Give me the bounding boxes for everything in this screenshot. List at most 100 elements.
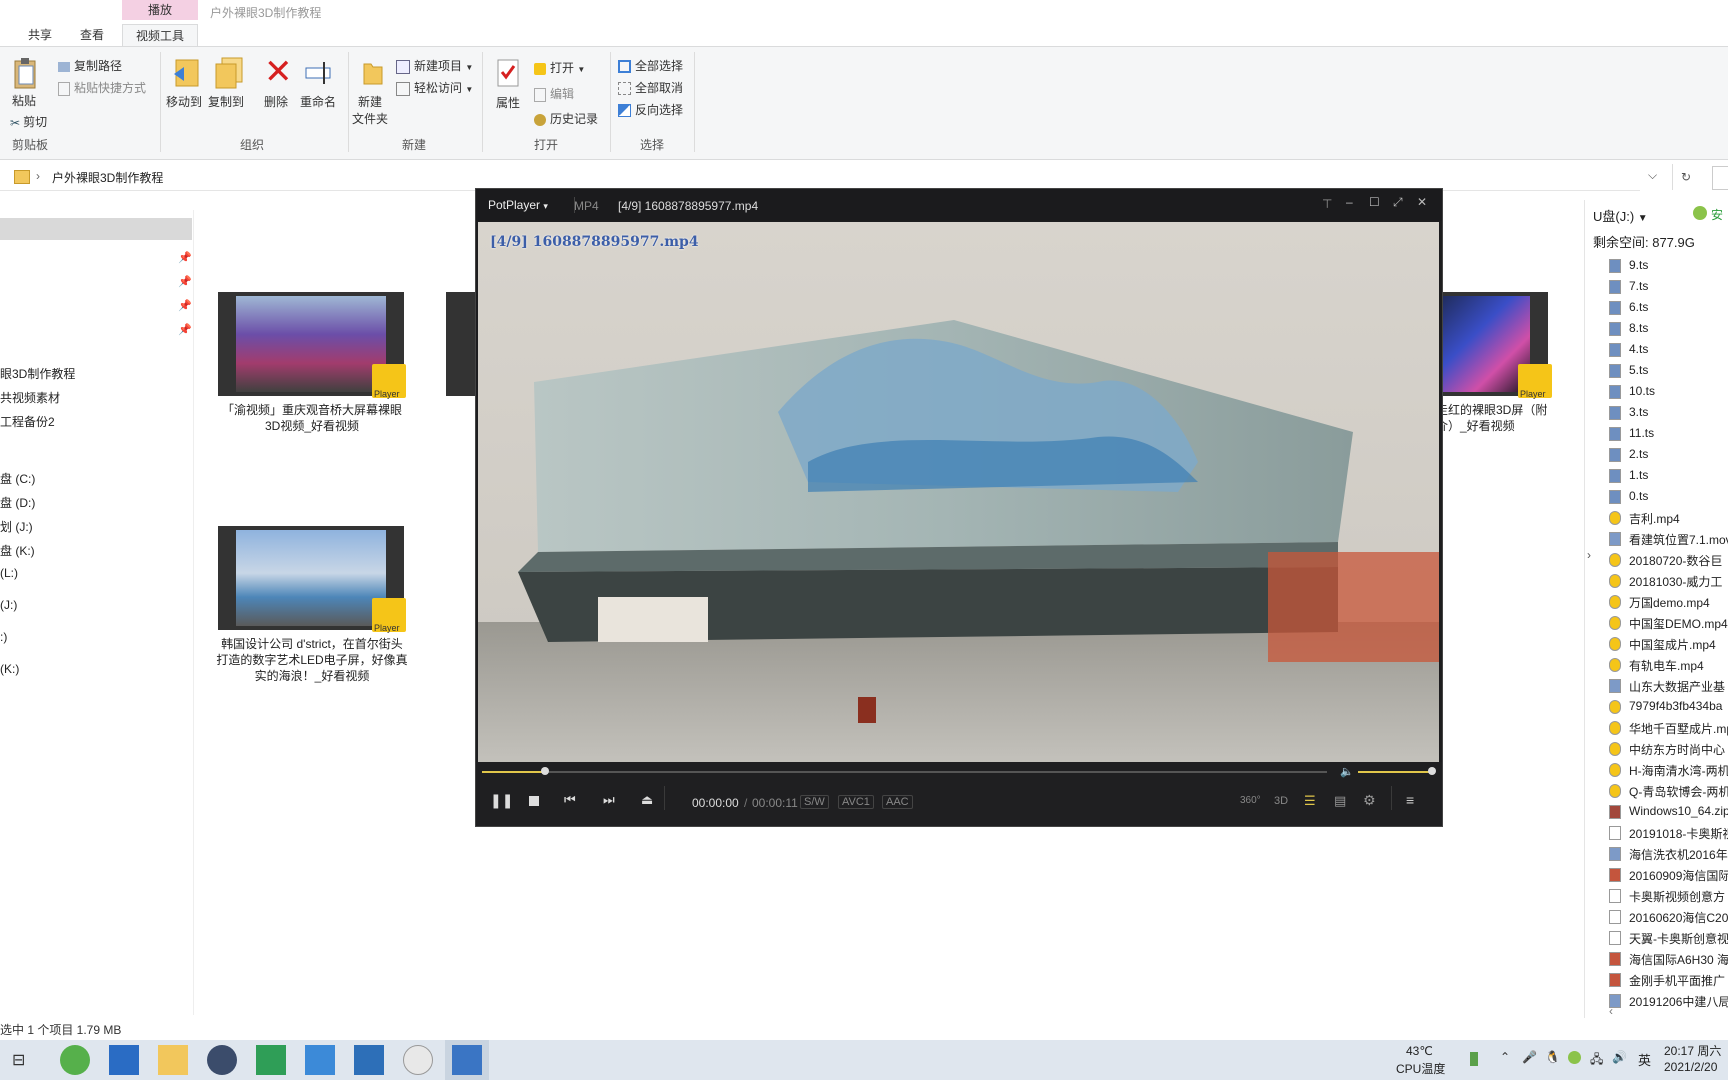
tab-video-tools[interactable]: 视频工具 bbox=[122, 24, 198, 47]
vr-360-button[interactable]: 360° bbox=[1240, 795, 1261, 806]
open-button[interactable]: 打开 ▼ bbox=[534, 59, 585, 76]
volume-icon[interactable]: 🔈 bbox=[1340, 765, 1354, 778]
next-icon[interactable]: ⏭ bbox=[603, 792, 615, 808]
nav-item-drive-k[interactable]: 盘 (K:) bbox=[0, 542, 35, 559]
collapse-arrow-icon[interactable]: › bbox=[1587, 548, 1591, 562]
rename-button[interactable] bbox=[304, 58, 334, 88]
nav-item-footage[interactable]: 共视频素材 bbox=[0, 389, 60, 406]
file-list-item[interactable]: 3.ts bbox=[1629, 405, 1648, 419]
install-label[interactable]: 安 bbox=[1711, 206, 1723, 223]
file-list-item[interactable]: 海信国际A6H30 海 bbox=[1629, 951, 1728, 968]
eject-icon[interactable]: ⏏ bbox=[641, 792, 653, 808]
seek-bar-knob[interactable] bbox=[541, 767, 550, 775]
tab-view[interactable]: 查看 bbox=[72, 24, 112, 46]
player-menu-button[interactable]: PotPlayer ▾ bbox=[488, 198, 548, 212]
microphone-icon[interactable]: 🎤 bbox=[1522, 1050, 1537, 1064]
search-input[interactable] bbox=[1712, 166, 1728, 190]
refresh-button[interactable]: ↻ bbox=[1672, 164, 1699, 190]
new-item-button[interactable]: 新建项目 ▼ bbox=[396, 57, 473, 74]
file-list-item[interactable]: 20160909海信国际 bbox=[1629, 867, 1728, 884]
nav-item-drive-d[interactable]: 盘 (D:) bbox=[0, 494, 35, 511]
file-explorer-icon[interactable] bbox=[158, 1045, 188, 1075]
file-list-item[interactable]: Windows10_64.zip bbox=[1629, 804, 1728, 818]
file-list-item[interactable]: 10.ts bbox=[1629, 384, 1655, 398]
potplayer-taskbar-button[interactable] bbox=[445, 1040, 489, 1080]
nav-selected-item[interactable] bbox=[0, 218, 192, 240]
nav-item-tutorial[interactable]: 眼3D制作教程 bbox=[0, 365, 75, 382]
delete-button[interactable]: ✕ bbox=[264, 55, 293, 89]
file-list-item[interactable]: 20180720-数谷巨 bbox=[1629, 552, 1722, 569]
thumbnail-caption[interactable]: 韩国设计公司 d'strict，在首尔街头 打造的数字艺术LED电子屏，好像真 实的… bbox=[212, 636, 412, 684]
clock-time[interactable]: 20:17 周六 bbox=[1664, 1042, 1721, 1059]
nav-item-drive-x[interactable]: :) bbox=[0, 630, 7, 644]
address-dropdown-icon[interactable]: ⌵ bbox=[1648, 168, 1657, 183]
file-list-item[interactable]: 看建筑位置7.1.mov bbox=[1629, 531, 1728, 548]
history-button[interactable]: 历史记录 bbox=[534, 110, 598, 127]
file-list-item[interactable]: 7.ts bbox=[1629, 279, 1648, 293]
close-icon[interactable]: ✕ bbox=[1417, 195, 1427, 209]
cinema4d-icon[interactable] bbox=[207, 1045, 237, 1075]
stop-icon[interactable] bbox=[529, 796, 539, 806]
tray-chevron-icon[interactable]: ⌃ bbox=[1500, 1050, 1510, 1064]
main-menu-icon[interactable]: ≡ bbox=[1406, 792, 1414, 808]
video-codec-tag[interactable]: AVC1 bbox=[838, 795, 874, 809]
file-list-item[interactable]: 万国demo.mp4 bbox=[1629, 594, 1710, 611]
file-list-item[interactable]: 2.ts bbox=[1629, 447, 1648, 461]
file-list-item[interactable]: 山东大数据产业基 bbox=[1629, 678, 1725, 695]
qq-icon[interactable]: 🐧 bbox=[1545, 1050, 1560, 1064]
copy-to-button[interactable] bbox=[214, 56, 244, 90]
file-list-item[interactable]: 20191206中建八局 bbox=[1629, 993, 1728, 1010]
file-list-item[interactable]: 金刚手机平面推广 bbox=[1629, 972, 1725, 989]
invert-selection-button[interactable]: 反向选择 bbox=[618, 101, 683, 118]
store-icon[interactable] bbox=[109, 1045, 139, 1075]
thumbnail-caption[interactable]: 「渝视频」重庆观音桥大屏幕裸眼 3D视频_好看视频 bbox=[212, 402, 412, 434]
file-list-item[interactable]: 华地千百墅成片.mp bbox=[1629, 720, 1728, 737]
file-list-item[interactable]: 1.ts bbox=[1629, 468, 1648, 482]
battery-icon[interactable] bbox=[1470, 1052, 1478, 1066]
file-list-item[interactable]: 5.ts bbox=[1629, 363, 1648, 377]
time-total[interactable]: 00:00:11 bbox=[752, 796, 798, 810]
move-to-button[interactable] bbox=[172, 56, 202, 90]
volume-slider[interactable] bbox=[1358, 767, 1436, 775]
pin-icon[interactable]: ⊤ bbox=[1322, 197, 1332, 211]
browser-icon[interactable] bbox=[60, 1045, 90, 1075]
file-list-item[interactable]: 11.ts bbox=[1629, 426, 1654, 440]
video-frame[interactable]: [4/9] 1608878895977.mp4 bbox=[478, 222, 1439, 762]
scroll-left-icon[interactable]: ‹ bbox=[1609, 1004, 1613, 1018]
nav-item-backup[interactable]: 工程备份2 bbox=[0, 413, 55, 430]
thumbnail-caption[interactable]: 走红的裸眼3D屏（附 介）_好看视频 bbox=[1436, 402, 1566, 434]
paste-shortcut-button[interactable]: 粘贴快捷方式 bbox=[58, 79, 146, 96]
file-list-item[interactable]: 天翼-卡奥斯创意视 bbox=[1629, 930, 1728, 947]
task-view-icon[interactable]: ⊟ bbox=[12, 1050, 25, 1070]
file-list-item[interactable]: H-海南清水湾-两机 bbox=[1629, 762, 1728, 779]
paste-button[interactable] bbox=[12, 56, 38, 90]
copy-path-button[interactable]: 复制路径 bbox=[58, 57, 122, 74]
breadcrumb-path[interactable]: 户外裸眼3D制作教程 bbox=[52, 169, 163, 186]
file-list-item[interactable]: 有轨电车.mp4 bbox=[1629, 657, 1704, 674]
file-list-item[interactable]: 海信洗衣机2016年 bbox=[1629, 846, 1728, 863]
file-list-item[interactable]: 4.ts bbox=[1629, 342, 1648, 356]
context-tab-play[interactable]: 播放 bbox=[122, 0, 198, 20]
clock-date[interactable]: 2021/2/20 bbox=[1664, 1060, 1717, 1074]
nav-item-drive-j[interactable]: 划 (J:) bbox=[0, 518, 33, 535]
3d-button[interactable]: 3D bbox=[1274, 795, 1288, 807]
nav-item-drive-c[interactable]: 盘 (C:) bbox=[0, 470, 35, 487]
file-list-item[interactable]: 8.ts bbox=[1629, 321, 1648, 335]
drive-selector[interactable]: U盘(J:) ▼ bbox=[1593, 206, 1648, 225]
security-icon[interactable] bbox=[1568, 1051, 1581, 1064]
photos-icon[interactable] bbox=[354, 1045, 384, 1075]
volume-tray-icon[interactable]: 🔊 bbox=[1612, 1050, 1627, 1064]
phone-icon[interactable] bbox=[305, 1045, 335, 1075]
audio-codec-tag[interactable]: AAC bbox=[882, 795, 913, 809]
fullscreen-icon[interactable]: ⤢ bbox=[1393, 195, 1403, 210]
playlist-icon[interactable]: ☰ bbox=[1304, 793, 1316, 809]
cut-button[interactable]: ✂ 剪切 bbox=[10, 113, 47, 130]
video-thumbnail-partial[interactable] bbox=[446, 292, 476, 396]
install-icon[interactable] bbox=[1693, 206, 1707, 220]
nav-item-drive-k2[interactable]: (K:) bbox=[0, 662, 19, 676]
file-list-item[interactable]: 20181030-威力工 bbox=[1629, 573, 1722, 590]
file-list-item[interactable]: 0.ts bbox=[1629, 489, 1648, 503]
nav-item-drive-j2[interactable]: (J:) bbox=[0, 598, 17, 612]
decoder-sw-tag[interactable]: S/W bbox=[800, 795, 829, 809]
previous-icon[interactable]: ⏮ bbox=[564, 792, 576, 808]
